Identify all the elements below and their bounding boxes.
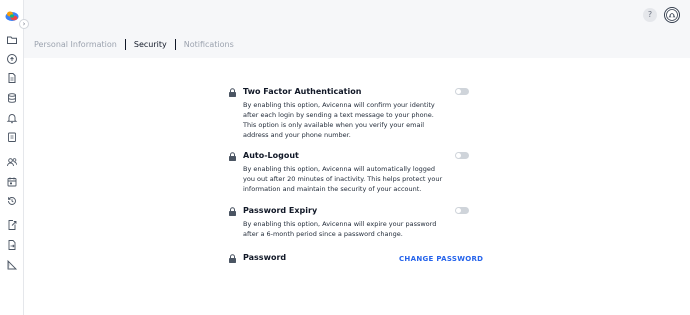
lock-icon <box>228 207 237 216</box>
lock-icon <box>228 254 237 263</box>
password-expiry-toggle[interactable] <box>455 207 469 214</box>
history-icon[interactable] <box>6 195 18 207</box>
change-password-link[interactable]: CHANGE PASSWORD <box>399 255 483 263</box>
sidebar: › <box>0 0 29 315</box>
ruler-icon[interactable] <box>6 259 18 271</box>
lock-icon <box>228 88 237 97</box>
tab-divider <box>124 38 126 50</box>
auto-logout-toggle[interactable] <box>455 152 469 159</box>
app-logo[interactable] <box>5 8 19 22</box>
main-content: ? Personal Information Security Notifica… <box>24 0 690 315</box>
user-avatar[interactable] <box>664 7 680 23</box>
top-bar: ? <box>24 0 690 30</box>
toggle-knob <box>456 208 461 213</box>
document-icon[interactable] <box>6 72 18 84</box>
bell-icon[interactable] <box>6 112 18 124</box>
tab-notifications[interactable]: Notifications <box>184 40 234 49</box>
setting-description: By enabling this option, Avicenna will a… <box>243 165 443 193</box>
two-factor-toggle[interactable] <box>455 88 469 95</box>
setting-title: Two Factor Authentication <box>243 87 362 96</box>
setting-title: Password Expiry <box>243 206 318 215</box>
toggle-knob <box>456 89 461 94</box>
setting-description: By enabling this option, Avicenna will e… <box>243 220 437 238</box>
folder-icon[interactable] <box>6 34 18 46</box>
tab-divider <box>174 38 176 50</box>
clipboard-icon[interactable] <box>6 131 18 143</box>
lock-icon <box>228 152 237 161</box>
setting-description: By enabling this option, Avicenna will c… <box>243 101 435 139</box>
file-import-icon[interactable] <box>6 239 18 251</box>
database-icon[interactable] <box>6 92 18 104</box>
file-export-icon[interactable] <box>6 219 18 231</box>
tabs: Personal Information Security Notificati… <box>34 37 234 51</box>
help-button[interactable]: ? <box>643 8 657 22</box>
users-icon[interactable] <box>6 156 18 168</box>
tab-security[interactable]: Security <box>134 40 167 49</box>
toggle-knob <box>456 153 461 158</box>
tab-personal-information[interactable]: Personal Information <box>34 40 117 49</box>
setting-title: Auto-Logout <box>243 151 299 160</box>
calendar-icon[interactable] <box>6 176 18 188</box>
sidebar-collapse-button[interactable]: › <box>19 19 29 29</box>
cloud-upload-icon[interactable] <box>6 53 18 65</box>
setting-title: Password <box>243 253 287 262</box>
